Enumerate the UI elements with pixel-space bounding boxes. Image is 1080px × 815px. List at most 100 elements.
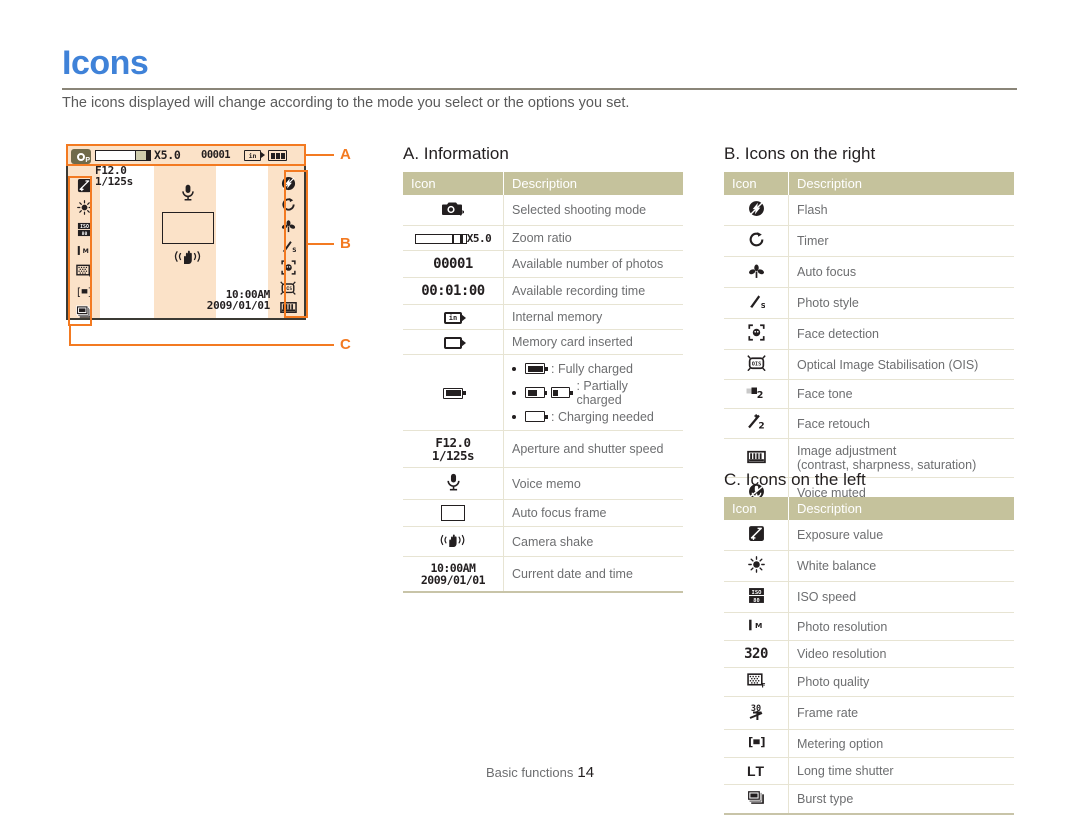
row-description: Current date and time <box>503 556 683 594</box>
auto-focus-icon <box>281 218 296 235</box>
row-description: Voice memo <box>503 467 683 501</box>
leader-line-c-vertical <box>69 324 71 346</box>
face-detection-icon <box>724 318 789 350</box>
table-row: X5.0 Zoom ratio <box>403 225 683 251</box>
iso-speed-icon: ISO 80 <box>77 222 92 239</box>
row-description: Timer <box>788 225 1014 257</box>
row-description: Selected shooting mode <box>503 195 683 226</box>
timer-icon <box>724 225 789 257</box>
date-time-icon: 10:00AM 2009/01/01 <box>403 556 504 594</box>
svg-text:]: ] <box>87 286 91 298</box>
photo-style-icon: S <box>724 287 789 319</box>
zoom-ratio-icon: X5.0 <box>403 225 504 251</box>
row-description: Available recording time <box>503 277 683 305</box>
battery-partial-icon <box>525 387 547 398</box>
footer-section-label: Basic functions <box>485 765 574 780</box>
table-row: in Internal memory <box>403 304 683 330</box>
icon-date-text: 2009/01/01 <box>420 573 486 588</box>
table-row: Auto focus frame <box>403 499 683 528</box>
callout-label-a: A <box>340 146 351 163</box>
section-b-title: B. Icons on the right <box>724 144 876 163</box>
internal-memory-icon: in <box>244 150 265 161</box>
recording-time-icon: 00:01:00 <box>403 277 504 305</box>
zoom-bar-icon <box>95 150 151 161</box>
photo-resolution-icon: M <box>76 244 92 259</box>
battery-states-cell: : Fully charged : Partially charged : Ch… <box>503 354 683 431</box>
table-row: Timer <box>724 225 1014 257</box>
svg-text:M: M <box>83 248 89 255</box>
title-divider <box>62 88 1017 90</box>
leader-line-c <box>69 344 334 346</box>
intro-paragraph: The icons displayed will change accordin… <box>62 95 630 111</box>
row-description: Exposure value <box>788 520 1014 551</box>
table-row: P Selected shooting mode <box>403 195 683 226</box>
face-retouch-icon: 2 <box>724 408 789 439</box>
battery-full-icon <box>525 363 548 374</box>
photos-count-icon: 00001 <box>403 250 504 278</box>
row-description: Face retouch <box>788 408 1014 439</box>
column-header-description: Description <box>788 172 1014 195</box>
row-description: Auto focus <box>788 256 1014 288</box>
auto-focus-frame <box>162 212 214 244</box>
svg-text:]: ] <box>760 735 765 749</box>
column-header-description: Description <box>788 497 1014 520</box>
svg-text:M: M <box>754 621 761 630</box>
table-row: White balance <box>724 550 1014 582</box>
table-row: Voice memo <box>403 467 683 501</box>
photo-resolution-icon: M <box>724 612 789 641</box>
section-b-table: Icon Description Flash Timer Auto focus … <box>724 172 1014 510</box>
page-title: Icons <box>62 44 149 82</box>
row-description: Memory card inserted <box>503 329 683 355</box>
lcd-shots-remaining: 00001 <box>201 149 231 161</box>
row-description: Internal memory <box>503 304 683 330</box>
lcd-date: 2009/01/01 <box>206 299 271 313</box>
row-description: Camera shake <box>503 526 683 558</box>
table-row: : Fully charged : Partially charged : Ch… <box>403 354 683 431</box>
lcd-right-icon-column: S OIS <box>274 176 302 316</box>
table-header-row: Icon Description <box>403 172 683 195</box>
lcd-center-icons <box>154 184 222 270</box>
table-row: 00001 Available number of photos <box>403 250 683 278</box>
battery-icon <box>268 150 287 161</box>
camera-lcd-illustration: P X5.0 00001 in F12.0 1/125s ISO 80 M F … <box>66 144 306 320</box>
internal-memory-icon: in <box>403 304 504 330</box>
table-row: Face detection <box>724 318 1014 350</box>
svg-text:[: [ <box>76 286 80 298</box>
row-description: Auto focus frame <box>503 499 683 528</box>
column-header-icon: Icon <box>724 172 789 195</box>
row-description: Frame rate <box>788 696 1014 730</box>
row-description: Photo style <box>788 287 1014 319</box>
voice-memo-icon <box>181 184 195 205</box>
leader-line-a <box>306 154 334 156</box>
voice-memo-icon <box>403 467 504 501</box>
section-a-table: Icon Description P Selected shooting mod… <box>403 172 683 594</box>
table-row: 2 Face retouch <box>724 408 1014 439</box>
table-row: F Photo quality <box>724 667 1014 697</box>
video-resolution-icon: 320 <box>724 640 789 668</box>
face-detection-icon <box>280 260 296 277</box>
svg-text:80: 80 <box>81 231 87 237</box>
table-row: 30 Frame rate <box>724 696 1014 730</box>
table-header-row: Icon Description <box>724 172 1014 195</box>
lcd-datetime: 10:00AM 2009/01/01 <box>206 289 271 313</box>
table-row: 2 Face tone <box>724 379 1014 409</box>
section-c-title: C. Icons on the left <box>724 470 866 489</box>
image-adjustment-icon <box>279 301 297 316</box>
callout-label-c: C <box>340 336 351 353</box>
face-tone-icon: 2 <box>724 379 789 409</box>
svg-text:OIS: OIS <box>284 286 292 292</box>
table-row: M Photo resolution <box>724 612 1014 641</box>
lcd-zoom-ratio: X5.0 <box>154 148 181 162</box>
svg-text:80: 80 <box>753 598 759 604</box>
metering-option-icon: [] <box>76 285 93 300</box>
auto-focus-icon <box>724 256 789 288</box>
table-row: 00:01:00 Available recording time <box>403 277 683 305</box>
column-header-icon: Icon <box>724 497 789 520</box>
exposure-value-icon <box>724 520 789 551</box>
battery-low-icon <box>550 387 573 398</box>
row-description: Image adjustment <box>797 444 897 458</box>
row-description: Zoom ratio <box>503 225 683 251</box>
row-description: Optical Image Stabilisation (OIS) <box>788 349 1014 380</box>
svg-text:2: 2 <box>758 422 764 431</box>
memory-card-icon <box>403 329 504 355</box>
